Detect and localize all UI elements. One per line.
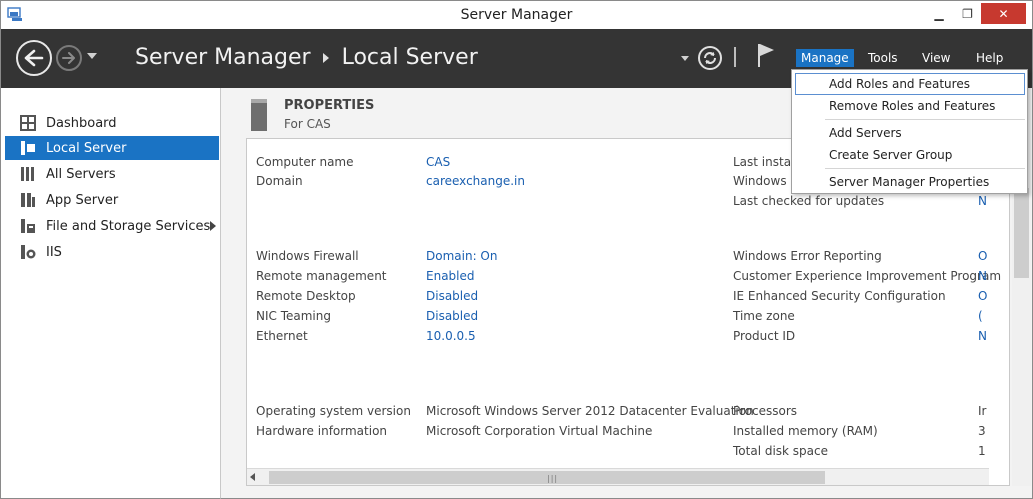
properties-subtitle: For CAS: [284, 117, 331, 131]
computer-name-link[interactable]: CAS: [426, 155, 450, 171]
property-value-link[interactable]: (: [978, 309, 983, 325]
property-label: Product ID: [733, 329, 796, 343]
property-label: Last checked for updates: [733, 194, 885, 208]
sidebar-item-label: IIS: [46, 244, 62, 260]
scroll-left-arrow-icon[interactable]: [250, 473, 255, 481]
remote-desktop-link[interactable]: Disabled: [426, 289, 478, 305]
property-value-link[interactable]: O: [978, 289, 987, 305]
remote-management-link[interactable]: Enabled: [426, 269, 475, 285]
property-label: Processors: [733, 404, 798, 418]
expand-chevron-icon[interactable]: [210, 221, 216, 231]
property-label: Hardware information: [256, 424, 388, 438]
sidebar-item-file-storage[interactable]: File and Storage Services: [5, 214, 219, 238]
sidebar-item-iis[interactable]: IIS: [5, 240, 219, 264]
back-button[interactable]: [16, 40, 52, 76]
menu-item-create-server-group[interactable]: Create Server Group: [795, 144, 1025, 166]
nic-teaming-link[interactable]: Disabled: [426, 309, 478, 325]
sidebar-item-local-server[interactable]: Local Server: [5, 136, 219, 160]
title-bar: Server Manager ▁ ❐ ✕: [0, 0, 1033, 29]
all-servers-icon: [21, 167, 34, 181]
dashboard-icon: [20, 115, 36, 131]
menu-manage[interactable]: Manage: [796, 49, 854, 67]
property-label: Total disk space: [733, 444, 829, 458]
close-icon: ✕: [998, 6, 1009, 21]
menu-separator: [825, 119, 1025, 120]
property-label: IE Enhanced Security Configuration: [733, 289, 946, 303]
close-button[interactable]: ✕: [981, 3, 1026, 24]
property-value: 1: [978, 444, 986, 458]
property-label: Remote management: [256, 269, 387, 283]
manage-dropdown-menu: Add Roles and Features Remove Roles and …: [791, 69, 1028, 194]
menu-item-server-manager-properties[interactable]: Server Manager Properties: [795, 171, 1025, 193]
breadcrumb: Server Manager Local Server: [135, 45, 478, 70]
property-label: Windows U: [733, 174, 800, 188]
menu-item-add-roles[interactable]: Add Roles and Features: [795, 73, 1025, 95]
local-server-icon: [21, 141, 35, 155]
breadcrumb-separator-icon: [322, 52, 329, 63]
refresh-icon[interactable]: [697, 45, 723, 71]
property-value-link[interactable]: N: [978, 269, 987, 285]
window-title: Server Manager: [460, 7, 573, 23]
menu-tools[interactable]: Tools: [863, 49, 903, 67]
forward-button[interactable]: [56, 45, 82, 71]
vertical-scroll-thumb[interactable]: [1014, 188, 1029, 278]
properties-title: PROPERTIES: [284, 98, 375, 113]
minimize-icon: ▁: [934, 6, 944, 21]
property-label: Time zone: [733, 309, 795, 323]
property-label: Installed memory (RAM): [733, 424, 878, 438]
storage-icon: [21, 219, 35, 233]
os-version-value: Microsoft Windows Server 2012 Datacenter…: [426, 404, 754, 418]
header-divider: [734, 47, 736, 67]
sidebar-item-label: App Server: [46, 192, 119, 208]
sidebar-item-app-server[interactable]: App Server: [5, 188, 219, 212]
minimize-button[interactable]: ▁: [924, 3, 954, 24]
menu-item-add-servers[interactable]: Add Servers: [795, 122, 1025, 144]
property-value: Ir: [978, 404, 987, 418]
sidebar-item-all-servers[interactable]: All Servers: [5, 162, 219, 186]
property-value-link[interactable]: N: [978, 194, 987, 210]
sidebar: Dashboard Local Server All Servers App S…: [0, 88, 221, 499]
menu-item-remove-roles[interactable]: Remove Roles and Features: [795, 95, 1025, 117]
property-label: Windows Firewall: [256, 249, 359, 263]
restore-button[interactable]: ❐: [954, 3, 981, 24]
property-label: Windows Error Reporting: [733, 249, 882, 263]
horizontal-scroll-thumb[interactable]: |||: [269, 471, 825, 484]
breadcrumb-root[interactable]: Server Manager: [135, 45, 311, 70]
menu-separator: [825, 168, 1025, 169]
sidebar-item-dashboard[interactable]: Dashboard: [5, 111, 219, 135]
properties-tile-icon: [251, 99, 267, 131]
domain-link[interactable]: careexchange.in: [426, 174, 525, 190]
iis-icon: [21, 245, 36, 259]
forward-arrow-icon: [62, 52, 75, 64]
sidebar-item-label: Local Server: [46, 140, 127, 156]
property-label: Customer Experience Improvement Program: [733, 269, 1002, 283]
scroll-grip-icon: |||: [547, 474, 559, 483]
property-label: Ethernet: [256, 329, 308, 343]
property-value-link[interactable]: N: [978, 329, 987, 345]
breadcrumb-current: Local Server: [341, 45, 478, 70]
sidebar-item-label: All Servers: [46, 166, 116, 182]
hardware-info-value: Microsoft Corporation Virtual Machine: [426, 424, 653, 438]
ethernet-link[interactable]: 10.0.0.5: [426, 329, 476, 345]
sidebar-item-label: Dashboard: [46, 115, 117, 131]
notifications-flag-icon[interactable]: [756, 42, 776, 68]
horizontal-scrollbar[interactable]: |||: [247, 468, 989, 485]
property-value: 3: [978, 424, 986, 438]
firewall-link[interactable]: Domain: On: [426, 249, 497, 265]
property-label: Operating system version: [256, 404, 411, 418]
property-label: Remote Desktop: [256, 289, 356, 303]
app-server-icon: [21, 193, 35, 207]
property-label: Domain: [256, 174, 303, 188]
back-arrow-icon: [24, 49, 44, 67]
restore-icon: ❐: [962, 6, 973, 21]
history-dropdown-icon[interactable]: [87, 53, 97, 59]
breadcrumb-dropdown-icon[interactable]: [681, 56, 689, 61]
property-value-link[interactable]: O: [978, 249, 987, 265]
property-label: NIC Teaming: [256, 309, 331, 323]
menu-help[interactable]: Help: [971, 49, 1008, 67]
menu-view[interactable]: View: [917, 49, 955, 67]
property-label: Computer name: [256, 155, 354, 169]
sidebar-item-label: File and Storage Services: [46, 218, 211, 234]
